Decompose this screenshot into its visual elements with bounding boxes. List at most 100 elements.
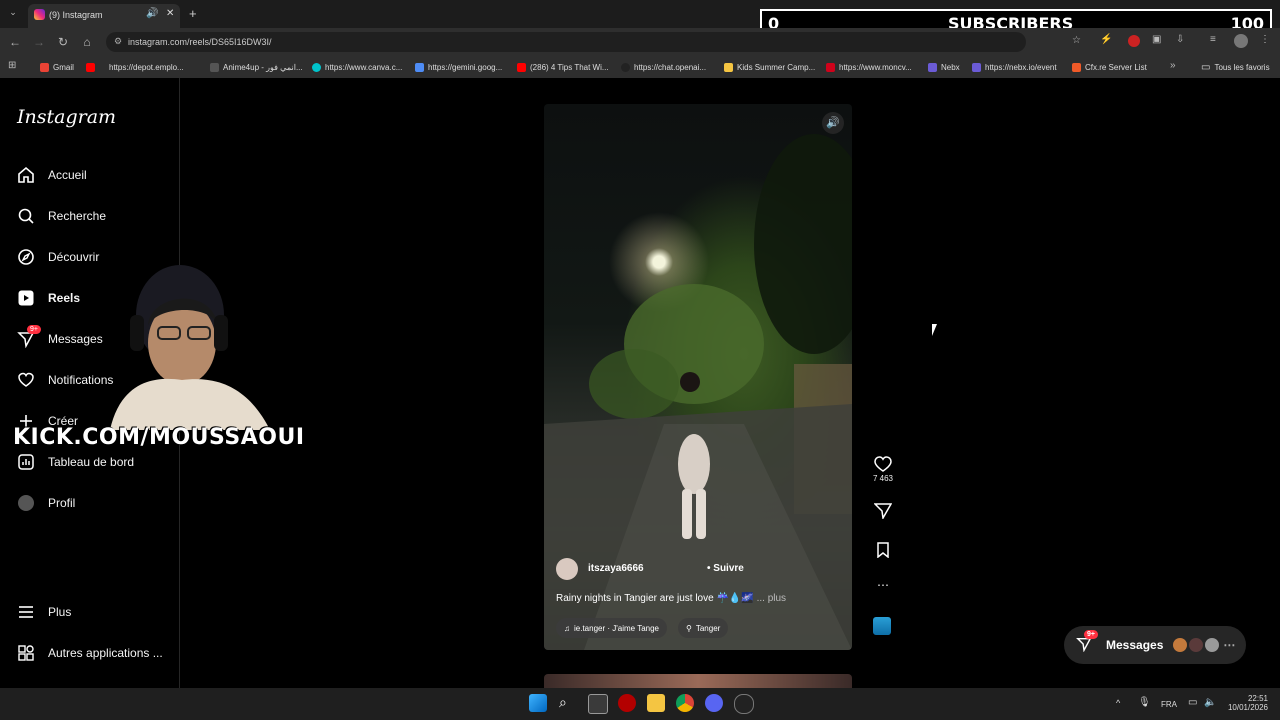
sidebar-item-dashboard[interactable]: Tableau de bord xyxy=(16,448,134,476)
more-options-icon[interactable]: ⋯ xyxy=(872,578,894,592)
bookmark-item[interactable]: Nebx xyxy=(928,60,960,74)
obs-icon[interactable] xyxy=(734,694,754,714)
bookmark-item[interactable]: Cfx.re Server List xyxy=(1072,60,1147,74)
network-icon[interactable]: ▭ xyxy=(1188,697,1197,708)
close-tab-icon[interactable]: ✕ xyxy=(166,8,174,19)
sidebar-toggle-icon[interactable]: ≡ xyxy=(1210,34,1216,45)
dashboard-icon xyxy=(16,452,36,472)
new-tab-icon[interactable]: + xyxy=(189,6,197,21)
reel-caption[interactable]: Rainy nights in Tangier are just love ☔️… xyxy=(556,593,786,604)
extension-icon[interactable]: ⚡ xyxy=(1100,34,1112,45)
file-explorer-icon[interactable] xyxy=(647,694,665,712)
profile-avatar-icon[interactable] xyxy=(1234,34,1248,48)
bookmark-icon xyxy=(877,542,889,559)
instagram-favicon-icon xyxy=(34,9,45,20)
bookmark-item[interactable]: Anime4up - انمي فور... xyxy=(210,60,303,74)
messages-badge: 9+ xyxy=(1084,629,1098,639)
back-icon[interactable]: ← xyxy=(7,34,23,50)
mouse-cursor-icon xyxy=(932,324,937,336)
sidebar-item-more[interactable]: Plus xyxy=(16,598,71,626)
location-pill[interactable]: ⚲ Tanger xyxy=(678,618,729,638)
search-taskbar-icon[interactable]: ⌕ xyxy=(559,694,567,711)
downloads-icon[interactable]: ⇩ xyxy=(1176,34,1184,45)
bookmark-item[interactable]: (286) 4 Tips That Wi... xyxy=(517,60,609,74)
openai-icon xyxy=(621,62,630,72)
home-browser-icon[interactable]: ⌂ xyxy=(79,34,95,50)
gmail-icon xyxy=(40,62,49,72)
language-indicator[interactable]: FRA xyxy=(1161,700,1177,709)
compass-icon xyxy=(16,247,36,267)
youtube-icon xyxy=(517,62,526,72)
audio-pill[interactable]: ♫ ie.tanger · J'aime Tange xyxy=(556,618,667,638)
menu-kebab-icon[interactable]: ⋮ xyxy=(1260,34,1270,45)
bookmark-item[interactable]: Gmail xyxy=(40,60,74,74)
location-pin-icon: ⚲ xyxy=(686,623,692,633)
tab-search-icon[interactable]: ⌄ xyxy=(6,7,20,21)
hamburger-icon xyxy=(16,602,36,622)
volume-tray-icon[interactable]: 🔈 xyxy=(1204,697,1216,708)
caption-more-link[interactable]: ... plus xyxy=(757,593,786,604)
more-contacts-icon: ⋯ xyxy=(1223,638,1236,652)
audio-thumbnail[interactable] xyxy=(873,617,891,635)
like-button[interactable]: 7 463 xyxy=(872,456,894,483)
sidebar-item-search[interactable]: Recherche xyxy=(16,202,106,230)
sidebar-item-home[interactable]: Accueil xyxy=(16,161,87,189)
notification-badge: 9+ xyxy=(27,325,41,334)
profile-avatar xyxy=(16,493,36,513)
reel-video[interactable]: 🔊 itszaya6666 • Suivre Rainy nights in T… xyxy=(544,104,852,650)
bookmark-star-icon[interactable]: ☆ xyxy=(1072,35,1081,46)
send-icon xyxy=(873,503,893,521)
bookmark-item[interactable]: Kids Summer Camp... xyxy=(724,60,815,74)
share-button[interactable] xyxy=(872,503,894,521)
more-bookmarks-icon[interactable]: » xyxy=(1170,60,1176,71)
speaker-icon[interactable]: 🔊 xyxy=(146,8,158,19)
app-red-icon[interactable] xyxy=(618,694,636,712)
bookmark-item[interactable]: https://gemini.goog... xyxy=(415,60,502,74)
reel-author-avatar[interactable] xyxy=(556,558,578,580)
volume-icon[interactable]: 🔊 xyxy=(822,112,844,134)
contact-avatar xyxy=(1205,638,1220,652)
webcam-overlay xyxy=(110,255,270,430)
microphone-icon[interactable]: 🎙 xyxy=(1138,697,1151,708)
bookmark-item[interactable]: https://chat.openai... xyxy=(621,60,706,74)
nebx-icon xyxy=(972,62,981,72)
sidebar-item-notifications[interactable]: Notifications xyxy=(16,366,113,394)
forward-icon[interactable]: → xyxy=(31,34,47,50)
bookmark-item[interactable]: https://nebx.io/event xyxy=(972,60,1057,74)
sidebar-item-messages[interactable]: 9+ Messages xyxy=(16,325,103,353)
site-info-icon[interactable]: ⚙ xyxy=(114,36,122,47)
bookmark-item[interactable]: https://www.canva.c... xyxy=(312,60,402,74)
bookmark-item[interactable]: https://depot.emplo... xyxy=(86,60,184,74)
clock-time: 22:51 xyxy=(1247,694,1268,703)
address-bar[interactable]: ⚙ instagram.com/reels/DS65I16DW3I/ ☆ xyxy=(106,32,1081,52)
start-menu-icon[interactable] xyxy=(529,694,547,712)
all-bookmarks[interactable]: ▭ Tous les favoris xyxy=(1201,60,1270,74)
tab-title: (9) Instagram xyxy=(49,10,103,20)
messages-bar[interactable]: 9+ Messages ⋯ xyxy=(1064,626,1246,664)
gemini-icon xyxy=(415,62,424,72)
tray-chevron-icon[interactable]: ^ xyxy=(1116,698,1120,708)
cfx-icon xyxy=(1072,62,1081,72)
chrome-icon[interactable] xyxy=(676,694,694,712)
home-icon xyxy=(16,165,36,185)
discord-icon[interactable] xyxy=(705,694,723,712)
save-button[interactable] xyxy=(872,542,894,560)
sidebar-item-explore[interactable]: Découvrir xyxy=(16,243,99,271)
apps-grid-icon[interactable]: ⊞ xyxy=(8,60,16,71)
task-view-icon[interactable] xyxy=(588,694,608,714)
camp-icon xyxy=(724,62,733,72)
reel-username[interactable]: itszaya6666 xyxy=(588,563,644,574)
sidebar-item-other-apps[interactable]: Autres applications ... xyxy=(16,639,163,667)
taskbar xyxy=(0,688,1280,720)
sidebar-item-reels[interactable]: Reels xyxy=(16,284,80,312)
reload-icon[interactable]: ↻ xyxy=(55,34,71,50)
bookmark-item[interactable]: https://www.moncv... xyxy=(826,60,912,74)
browser-tab[interactable]: (9) Instagram 🔊 ✕ xyxy=(28,4,180,28)
instagram-logo[interactable]: Instagram xyxy=(17,106,116,128)
extension-puzzle-icon[interactable]: ▣ xyxy=(1152,34,1161,45)
clock[interactable]: 22:51 10/01/2026 xyxy=(1226,694,1268,712)
follow-button[interactable]: • Suivre xyxy=(707,563,744,574)
sidebar-item-profile[interactable]: Profil xyxy=(16,489,75,517)
contact-avatar xyxy=(1189,638,1204,652)
extension-red-icon[interactable] xyxy=(1128,35,1140,47)
